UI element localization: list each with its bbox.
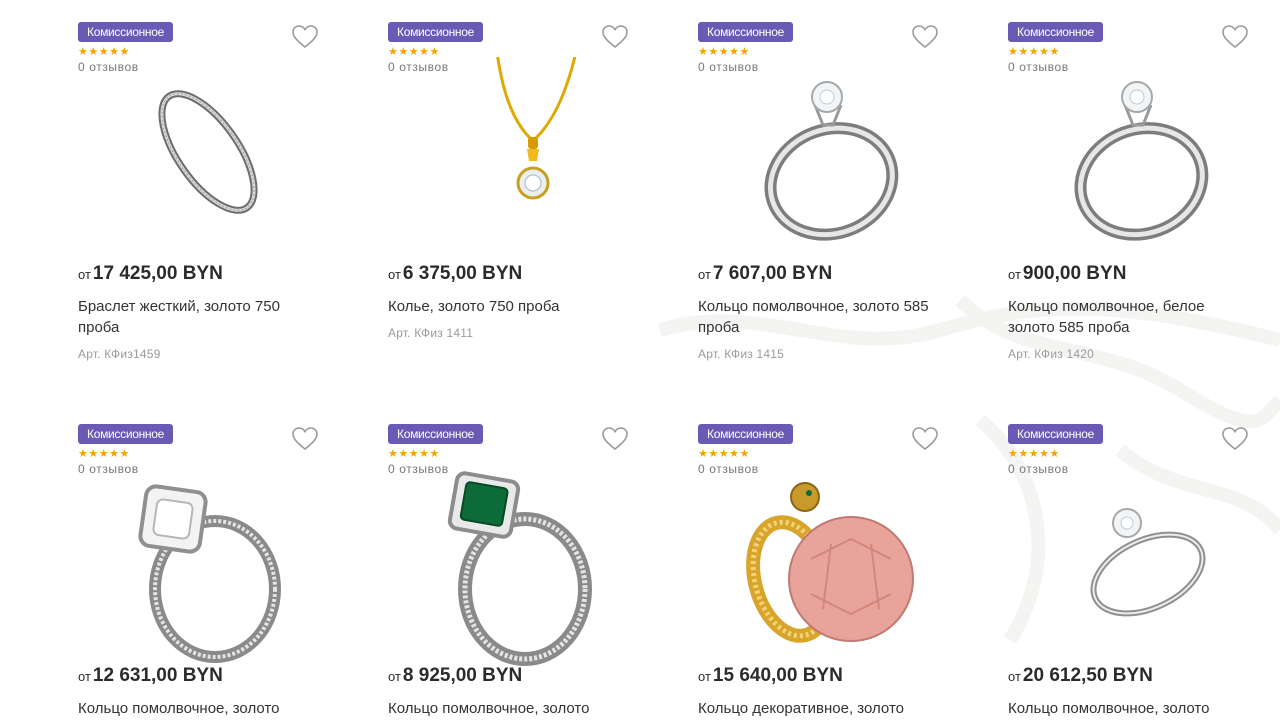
product-sku: Арт. КФиз1459 bbox=[78, 347, 161, 361]
product-price: от 20 612,50 BYN bbox=[1008, 665, 1153, 687]
product-title[interactable]: Колье, золото 750 проба bbox=[388, 296, 628, 317]
favorite-heart-button[interactable] bbox=[1221, 24, 1249, 50]
price-value: 12 631,00 BYN bbox=[92, 665, 223, 686]
product-price: от 8 925,00 BYN bbox=[388, 665, 522, 687]
heart-icon bbox=[912, 25, 938, 49]
price-prefix: от bbox=[698, 669, 711, 684]
heart-icon bbox=[292, 427, 318, 451]
product-price: от 7 607,00 BYN bbox=[698, 263, 832, 285]
product-image-solitaire-ring[interactable] bbox=[723, 57, 933, 267]
consignment-badge: Комиссионное bbox=[1008, 424, 1103, 444]
consignment-badge: Комиссионное bbox=[698, 22, 793, 42]
product-card-7[interactable]: Комиссионное ★★★★★ 0 отзывов от 15 640,00… bbox=[698, 424, 1008, 720]
product-price: от 12 631,00 BYN bbox=[78, 665, 223, 687]
heart-icon bbox=[602, 427, 628, 451]
price-prefix: от bbox=[78, 669, 91, 684]
product-image-rose-quartz-turtle-ring[interactable] bbox=[723, 459, 933, 669]
heart-icon bbox=[1222, 427, 1248, 451]
product-title[interactable]: Кольцо помолвочное, золото bbox=[388, 698, 628, 719]
product-image-emerald-pave-ring[interactable] bbox=[413, 459, 623, 669]
product-image-thin-solitaire-ring[interactable] bbox=[1033, 459, 1243, 669]
price-value: 15 640,00 BYN bbox=[712, 665, 843, 686]
price-value: 8 925,00 BYN bbox=[402, 665, 523, 686]
price-prefix: от bbox=[698, 267, 711, 282]
product-card-8[interactable]: Комиссионное ★★★★★ 0 отзывов от 20 612,50… bbox=[1008, 424, 1280, 720]
price-prefix: от bbox=[1008, 669, 1021, 684]
product-image-gold-chain-diamond-pendant[interactable] bbox=[413, 57, 623, 267]
product-card-3[interactable]: Комиссионное ★★★★★ 0 отзывов от 7 607,00 … bbox=[698, 22, 1008, 424]
consignment-badge: Комиссионное bbox=[388, 22, 483, 42]
product-card-4[interactable]: Комиссионное ★★★★★ 0 отзывов от 900,00 BY… bbox=[1008, 22, 1280, 424]
product-title[interactable]: Браслет жесткий, золото 750 проба bbox=[78, 296, 318, 338]
price-value: 900,00 BYN bbox=[1022, 263, 1127, 284]
product-price: от 900,00 BYN bbox=[1008, 263, 1126, 285]
consignment-badge: Комиссионное bbox=[78, 424, 173, 444]
product-grid: Комиссионное ★★★★★ 0 отзывов от 17 425,00… bbox=[78, 22, 1280, 720]
product-price: от 6 375,00 BYN bbox=[388, 263, 522, 285]
favorite-heart-button[interactable] bbox=[291, 426, 319, 452]
price-value: 20 612,50 BYN bbox=[1022, 665, 1153, 686]
consignment-badge: Комиссионное bbox=[78, 22, 173, 42]
price-value: 7 607,00 BYN bbox=[712, 263, 833, 284]
product-card-6[interactable]: Комиссионное ★★★★★ 0 отзывов от 8 925,00 … bbox=[388, 424, 698, 720]
product-card-1[interactable]: Комиссионное ★★★★★ 0 отзывов от 17 425,00… bbox=[78, 22, 388, 424]
heart-icon bbox=[912, 427, 938, 451]
consignment-badge: Комиссионное bbox=[388, 424, 483, 444]
price-value: 6 375,00 BYN bbox=[402, 263, 523, 284]
favorite-heart-button[interactable] bbox=[911, 24, 939, 50]
product-card-2[interactable]: Комиссионное ★★★★★ 0 отзывов от 6 375,00 … bbox=[388, 22, 698, 424]
favorite-heart-button[interactable] bbox=[1221, 426, 1249, 452]
favorite-heart-button[interactable] bbox=[911, 426, 939, 452]
price-prefix: от bbox=[1008, 267, 1021, 282]
favorite-heart-button[interactable] bbox=[291, 24, 319, 50]
heart-icon bbox=[292, 25, 318, 49]
product-image-solitaire-ring[interactable] bbox=[1033, 57, 1243, 267]
product-title[interactable]: Кольцо декоративное, золото bbox=[698, 698, 938, 719]
product-image-thin-bangle-bracelet[interactable] bbox=[103, 57, 313, 267]
product-image-halo-diamond-ring[interactable] bbox=[103, 459, 313, 669]
price-value: 17 425,00 BYN bbox=[92, 263, 223, 284]
price-prefix: от bbox=[78, 267, 91, 282]
product-sku: Арт. КФиз 1415 bbox=[698, 347, 784, 361]
product-price: от 15 640,00 BYN bbox=[698, 665, 843, 687]
consignment-badge: Комиссионное bbox=[1008, 22, 1103, 42]
favorite-heart-button[interactable] bbox=[601, 24, 629, 50]
product-title[interactable]: Кольцо помолвочное, золото bbox=[78, 698, 318, 719]
consignment-badge: Комиссионное bbox=[698, 424, 793, 444]
product-price: от 17 425,00 BYN bbox=[78, 263, 223, 285]
price-prefix: от bbox=[388, 267, 401, 282]
heart-icon bbox=[602, 25, 628, 49]
product-card-5[interactable]: Комиссионное ★★★★★ 0 отзывов от 12 631,00… bbox=[78, 424, 388, 720]
product-sku: Арт. КФиз 1411 bbox=[388, 326, 474, 340]
favorite-heart-button[interactable] bbox=[601, 426, 629, 452]
product-title[interactable]: Кольцо помолвочное, белое золото 585 про… bbox=[1008, 296, 1248, 338]
heart-icon bbox=[1222, 25, 1248, 49]
product-title[interactable]: Кольцо помолвочное, золото 585 проба bbox=[698, 296, 938, 338]
product-sku: Арт. КФиз 1420 bbox=[1008, 347, 1094, 361]
product-title[interactable]: Кольцо помолвочное, золото bbox=[1008, 698, 1248, 719]
price-prefix: от bbox=[388, 669, 401, 684]
